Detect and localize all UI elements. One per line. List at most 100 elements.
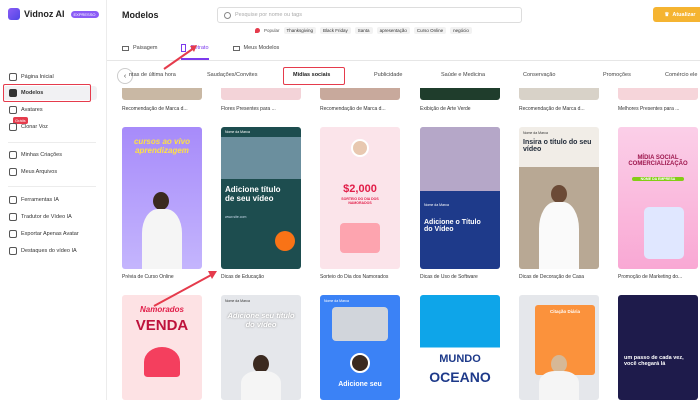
gift-icon: [340, 223, 380, 253]
template-title: Citação Diária: [549, 309, 580, 314]
folder-icon: [9, 168, 17, 176]
template-caption: Recomendação de Marca d...: [320, 106, 386, 112]
template-card-title[interactable]: Nome da Marca Adicione seu título do víd…: [221, 295, 301, 400]
template-caption: Dicas de Decoração de Casa: [519, 274, 585, 280]
template-card-marketing-promo[interactable]: MÍDIA SOCIAL COMERCIALIZAÇÃO NOME DA EMP…: [618, 127, 698, 269]
sidebar-item-label: Meus Arquivos: [21, 169, 58, 175]
template-caption: Dicas de Educação: [221, 274, 265, 280]
category-tab[interactable]: Publicidade: [374, 72, 402, 78]
tag-chip[interactable]: Black Friday: [320, 27, 351, 34]
sidebar-item-export-avatar[interactable]: Exportar Apenas Avatar: [3, 227, 97, 241]
template-caption: Promoção de Marketing do...: [618, 274, 683, 280]
creations-icon: [9, 151, 17, 159]
sidebar-item-creations[interactable]: Minhas Criações: [3, 148, 97, 162]
template-caption: Flores Presentes para ...: [221, 106, 276, 112]
sidebar-item-highlights[interactable]: Destaques do vídeo IA: [3, 244, 97, 258]
template-title: MÍDIA SOCIAL COMERCIALIZAÇÃO: [628, 155, 688, 167]
template-thumbnail[interactable]: [420, 88, 500, 100]
sidebar-item-files[interactable]: Meus Arquivos: [3, 165, 97, 179]
brand-name: Vidnoz AI: [24, 9, 65, 19]
search-icon: [224, 11, 231, 19]
sidebar-item-label: Tradutor de Vídeo IA: [21, 214, 72, 220]
sidebar-item-label: Clonar Voz: [21, 124, 48, 130]
search-placeholder: Pesquise por nome ou tags: [235, 12, 302, 18]
template-card-ocean[interactable]: MUNDO OCEANO: [420, 295, 500, 400]
category-tab[interactable]: Comércio ele: [665, 72, 697, 78]
template-title: Adicione título de seu vídeo: [225, 185, 281, 203]
tag-chip[interactable]: apresentação: [376, 27, 410, 34]
template-thumbnail[interactable]: [519, 88, 599, 100]
upgrade-label: Atualizar: [672, 11, 696, 18]
page-title: Modelos: [122, 10, 159, 20]
template-thumbnail[interactable]: [618, 88, 698, 100]
brand-logo[interactable]: Vidnoz AI EXPRESSO: [8, 8, 99, 20]
template-card-software-tips[interactable]: Nome da Marca Adicione o Título do Vídeo: [420, 127, 500, 269]
sidebar-item-label: Exportar Apenas Avatar: [21, 231, 79, 237]
app-window: Vidnoz AI EXPRESSO Página Inicial Modelo…: [0, 0, 700, 400]
template-card-valentine-giveaway[interactable]: $2,000 SORTEIO DO DIA DOS NAMORADOS: [320, 127, 400, 269]
template-caption: Recomendação de Marca d...: [519, 106, 585, 112]
category-tab[interactable]: Conservação: [523, 72, 555, 78]
template-caption: Recomendação de Marca d...: [122, 106, 188, 112]
sidebar-item-label: Destaques do vídeo IA: [21, 248, 77, 254]
orientation-tabs: Paisagem Retrato Meus Modelos: [122, 41, 280, 60]
sidebar-item-video-translator[interactable]: Tradutor de Vídeo IA: [3, 210, 97, 224]
photo: [420, 127, 500, 191]
sidebar-item-label: Avatares: [21, 107, 43, 113]
template-title: VENDA: [135, 317, 189, 334]
brand-label: Nome da Marca: [324, 299, 349, 303]
sidebar-item-label: Página Inicial: [21, 74, 54, 80]
template-card-online-course[interactable]: cursos ao vivo aprendizagem: [122, 127, 202, 269]
template-card-add-yours[interactable]: Nome da Marca Adicione seu: [320, 295, 400, 400]
annotation-arrow: [163, 45, 197, 70]
heart-icon: [144, 347, 180, 377]
avatar-head: [351, 139, 369, 157]
tag-chip[interactable]: Thanksgiving: [283, 27, 317, 34]
template-card-home-decor[interactable]: Nome da Marca Insira o título do seu víd…: [519, 127, 599, 269]
template-thumbnail[interactable]: [320, 88, 400, 100]
upgrade-button[interactable]: ♛ Atualizar: [653, 7, 700, 22]
template-card-education-tips[interactable]: Nome da Marca Adicione título de seu víd…: [221, 127, 301, 269]
sidebar-item-home[interactable]: Página Inicial: [3, 70, 97, 84]
template-title: Adicione seu título do vídeo: [227, 311, 295, 329]
highlight-box: [283, 67, 345, 85]
template-thumbnail[interactable]: [221, 88, 301, 100]
template-thumbnail[interactable]: [122, 88, 202, 100]
export-icon: [9, 230, 17, 238]
tab-landscape[interactable]: Paisagem: [122, 41, 157, 55]
avatar: [539, 371, 579, 400]
category-tab[interactable]: ntas de última hora: [129, 72, 176, 78]
template-title: um passo de cada vez, você chegará lá: [624, 355, 684, 367]
sidebar-item-voice-clone[interactable]: Clonar Voz: [3, 120, 97, 134]
tag-chip[interactable]: Santa: [354, 27, 373, 34]
tag-chip[interactable]: negócio: [450, 27, 472, 34]
my-templates-icon: [232, 45, 240, 51]
template-card-motivation[interactable]: um passo de cada vez, você chegará lá: [618, 295, 698, 400]
category-tab[interactable]: Saúde e Medicina: [441, 72, 485, 78]
template-card-valentine-sale[interactable]: Namorados VENDA: [122, 295, 202, 400]
popular-label: Popular: [264, 28, 280, 33]
tab-label: Meus Modelos: [243, 45, 280, 51]
sidebar-item-avatars[interactable]: Avatares: [3, 103, 97, 117]
fire-icon: [255, 28, 260, 33]
template-title: $2,000: [343, 183, 377, 195]
brand-label: Nome da Marca: [225, 130, 250, 134]
template-card-daily-quote[interactable]: Citação Diária: [519, 295, 599, 400]
home-icon: [9, 73, 17, 81]
avatar: [539, 202, 579, 269]
template-title: Adicione seu: [338, 381, 382, 388]
highlight-icon: [9, 247, 17, 255]
search-input[interactable]: Pesquise por nome ou tags: [217, 7, 522, 23]
sidebar: Vidnoz AI EXPRESSO Página Inicial Modelo…: [0, 0, 107, 400]
avatar: [142, 209, 182, 269]
tab-my-templates[interactable]: Meus Modelos: [232, 41, 280, 55]
translate-icon: [9, 213, 17, 221]
divider: [8, 142, 96, 143]
category-tab[interactable]: Promoções: [603, 72, 631, 78]
divider: [8, 186, 96, 187]
chevron-left-icon: ‹: [123, 72, 127, 80]
category-tab[interactable]: Saudações/Convites: [207, 72, 257, 78]
template-caption: Exibição de Arte Verde: [420, 106, 471, 112]
sidebar-item-ai-tools[interactable]: Ferramentas IA: [3, 193, 97, 207]
tag-chip[interactable]: Curso Online: [413, 27, 447, 34]
